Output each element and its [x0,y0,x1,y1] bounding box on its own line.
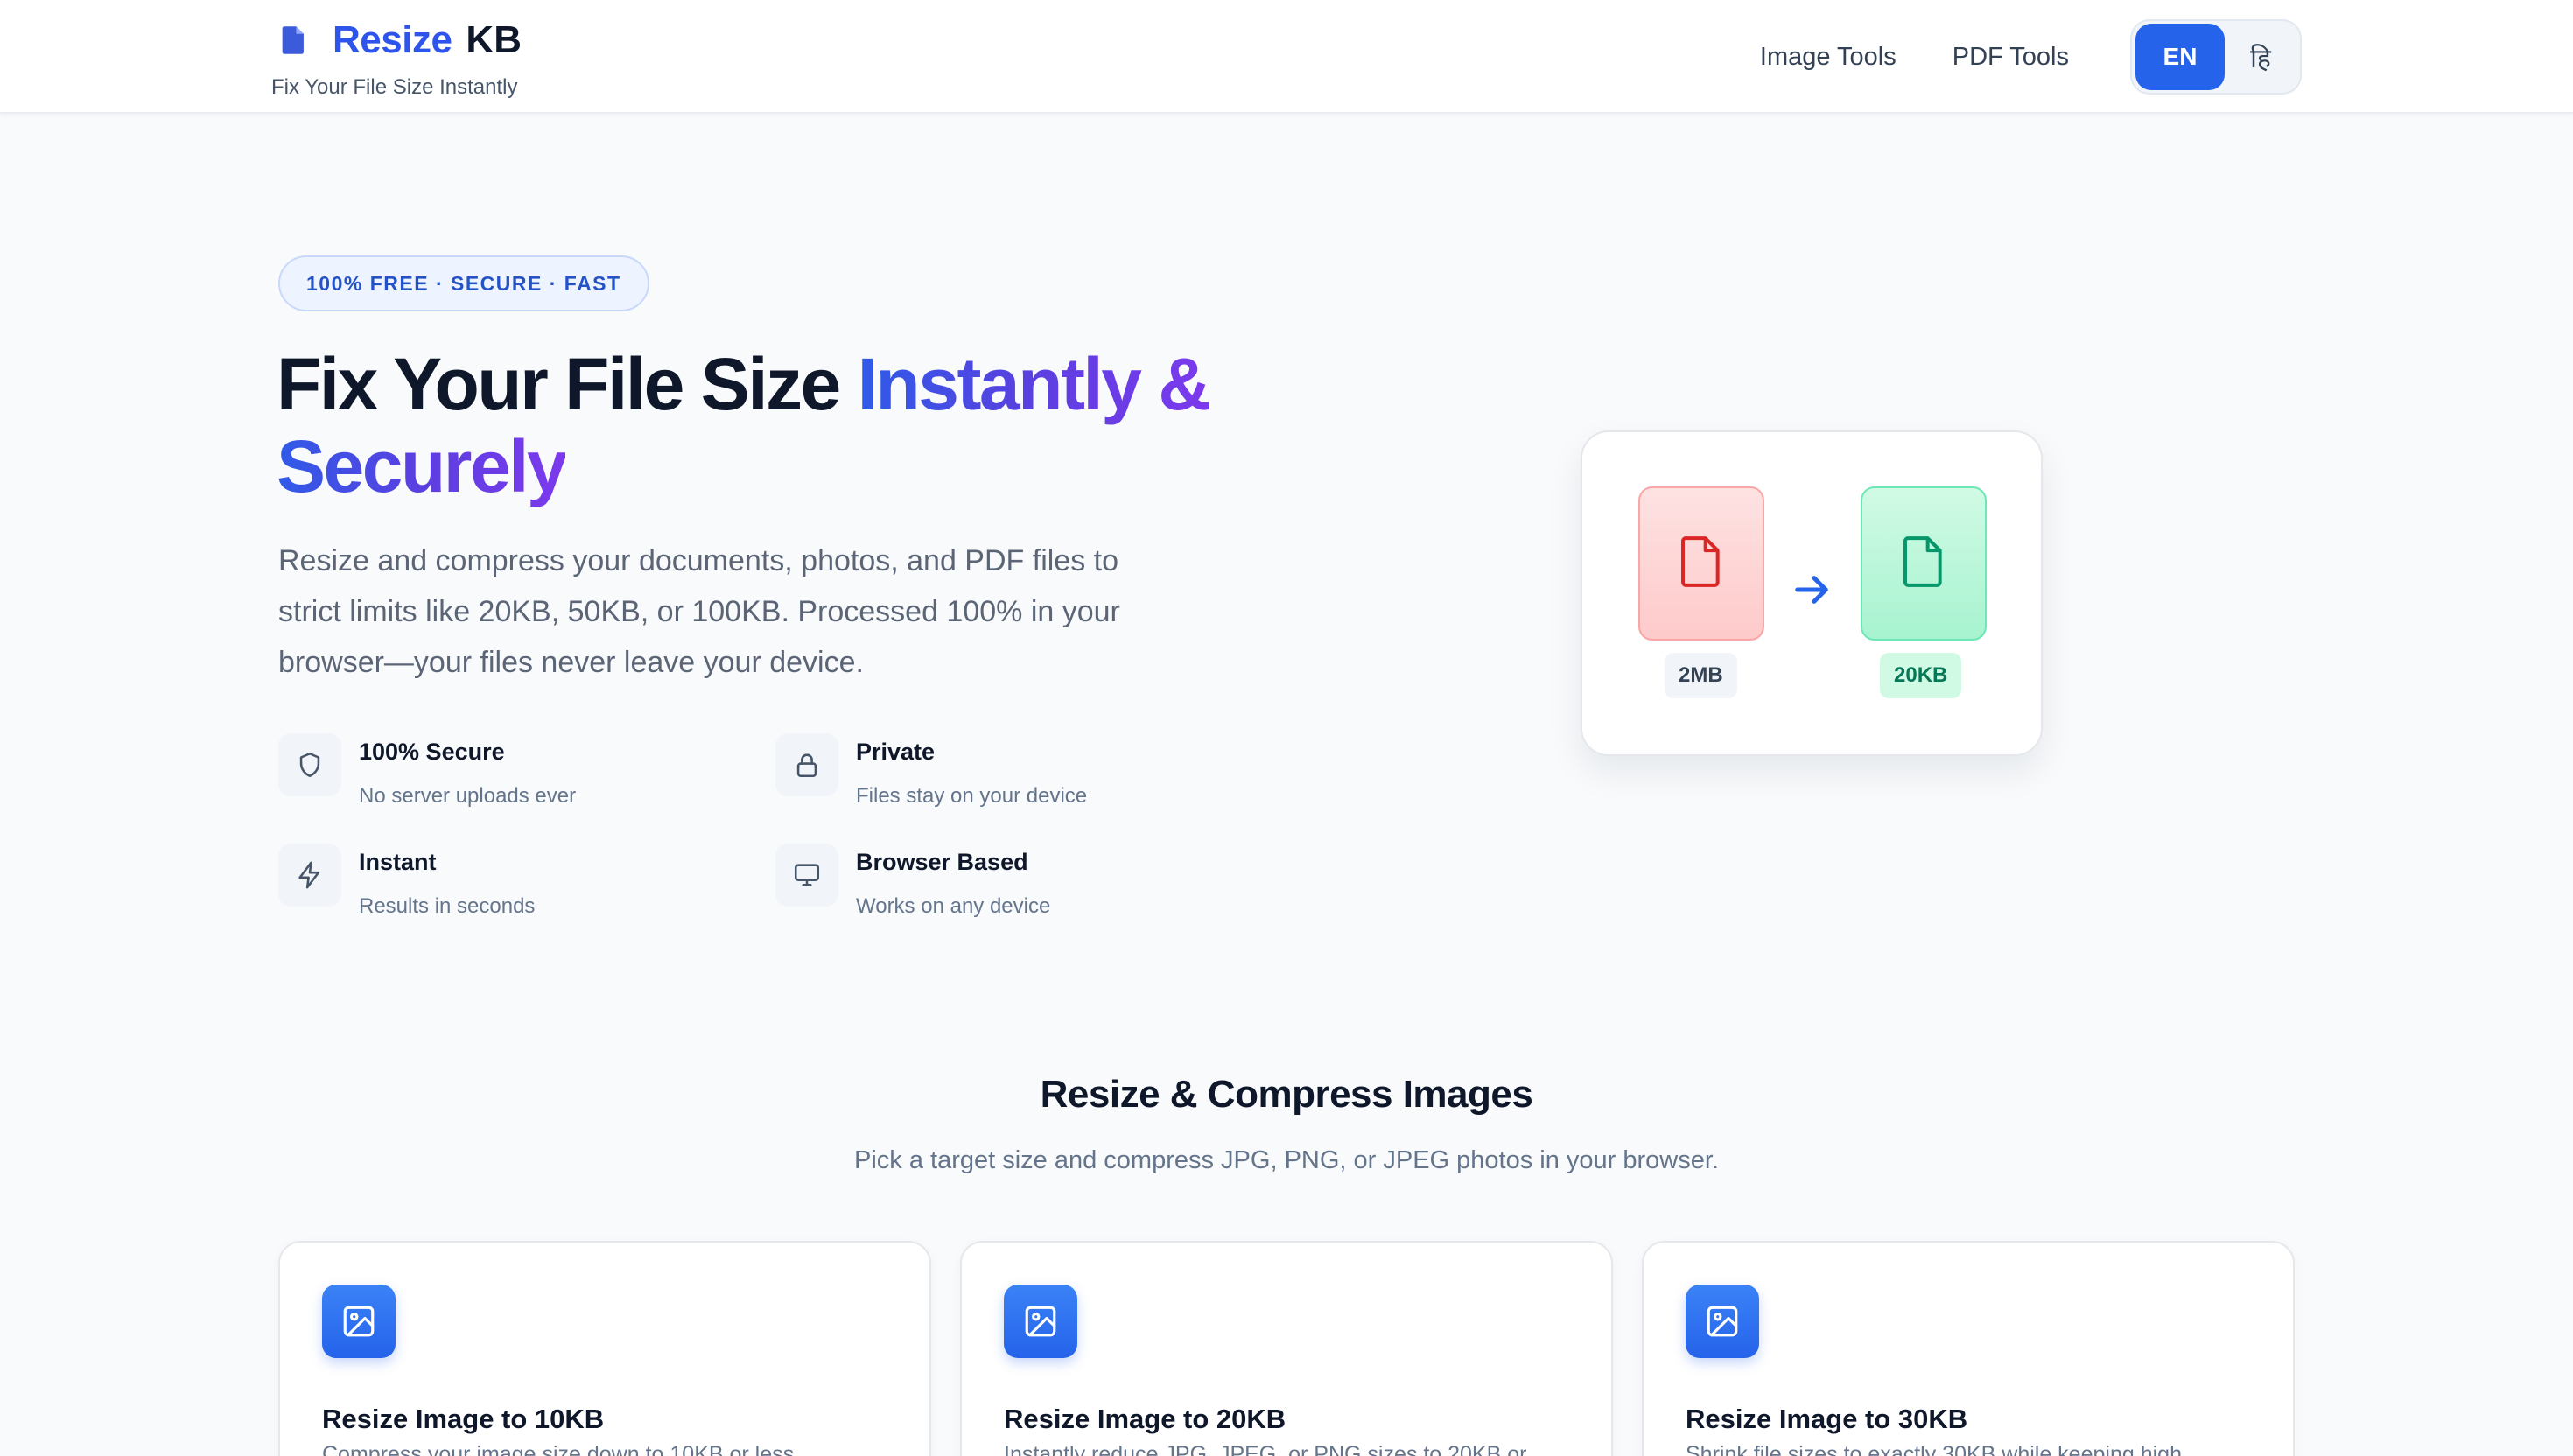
main-nav: Image Tools PDF Tools EN हि [1760,19,2302,94]
brand-logo[interactable]: Resize KB Fix Your File Size Instantly [271,14,522,100]
image-icon [322,1284,396,1358]
original-file [1638,486,1764,640]
feature-instant: Instant Results in seconds [278,842,768,938]
page: Resize KB Fix Your File Size Instantly I… [0,0,2573,1456]
card-description: Instantly reduce JPG, JPEG, or PNG sizes… [1004,1442,1527,1456]
feature-secure: 100% Secure No server uploads ever [278,732,768,828]
section-title: Resize & Compress Images [1040,1073,1533,1116]
lang-en-button[interactable]: EN [2135,24,2225,90]
original-size-label: 2MB [1665,653,1737,698]
brand-name-kb: KB [466,18,522,61]
hero-badge: 100% FREE · SECURE · FAST [278,256,649,312]
brand-name-resize: Resize [333,18,452,61]
language-switcher: EN हि [2130,19,2302,94]
nav-pdf-tools[interactable]: PDF Tools [1953,43,2069,72]
card-description: Shrink file sizes to exactly 30KB while … [1686,1442,2182,1456]
feature-subtitle: Works on any device [856,894,1051,918]
tool-card-10kb[interactable]: Resize Image to 10KB Compress your image… [278,1241,931,1456]
bolt-icon [278,844,341,906]
shield-icon [278,733,341,796]
card-title: Resize Image to 20KB [1004,1404,1286,1434]
hero-title-plain: Fix Your File Size [277,343,858,425]
hero-title-highlight-1: Instantly & [857,343,1211,425]
compressed-file [1861,486,1987,640]
lock-icon [775,733,838,796]
image-icon [1004,1284,1077,1358]
feature-title: 100% Secure [359,738,505,765]
site-header: Resize KB Fix Your File Size Instantly I… [0,0,2573,114]
image-icon [1686,1284,1759,1358]
arrow-right-icon [1792,572,1833,612]
feature-subtitle: No server uploads ever [359,784,577,808]
compressed-size-label: 20KB [1880,653,1962,698]
card-description: Compress your image size down to 10KB or… [322,1442,795,1456]
feature-title: Private [856,738,936,765]
card-title: Resize Image to 30KB [1686,1404,1968,1434]
hero-description: Resize and compress your documents, phot… [278,544,1120,679]
lang-hi-button[interactable]: हि [2225,39,2296,75]
tool-card-30kb[interactable]: Resize Image to 30KB Shrink file sizes t… [1642,1241,2295,1456]
brand-tagline: Fix Your File Size Instantly [271,75,518,99]
file-icon [1899,535,1948,593]
file-icon [271,18,317,63]
nav-image-tools[interactable]: Image Tools [1760,43,1896,72]
feature-title: Instant [359,849,437,875]
monitor-icon [775,844,838,906]
tool-card-20kb[interactable]: Resize Image to 20KB Instantly reduce JP… [960,1241,1613,1456]
card-title: Resize Image to 10KB [322,1404,605,1434]
file-icon [1677,535,1726,593]
feature-subtitle: Files stay on your device [856,784,1088,808]
feature-browser: Browser Based Works on any device [775,842,1265,938]
compression-visual: 2MB 20KB [1581,430,2043,756]
hero-title: Fix Your File Size Instantly & Securely [277,343,1327,508]
feature-title: Browser Based [856,849,1028,875]
section-subtitle: Pick a target size and compress JPG, PNG… [853,1146,1719,1174]
feature-subtitle: Results in seconds [359,894,536,918]
feature-private: Private Files stay on your device [775,732,1265,828]
hero-title-highlight-2: Securely [277,425,568,508]
